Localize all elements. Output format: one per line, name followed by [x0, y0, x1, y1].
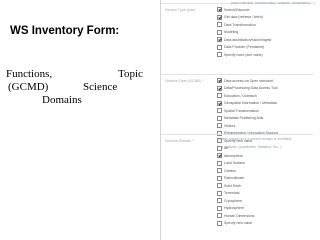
option-checkbox[interactable]: [217, 14, 222, 20]
option-label: Data assimilation/fusion/ingest: [224, 37, 272, 42]
option-checkbox[interactable]: [217, 29, 222, 35]
option-checkbox[interactable]: [217, 190, 222, 196]
field-divider: [161, 134, 313, 135]
option-checkbox[interactable]: [217, 52, 222, 57]
slide-title: WS Inventory Form:: [10, 25, 120, 37]
field-label: Science Domain *: [165, 139, 194, 143]
option-label: Oceans: [224, 168, 237, 173]
option-checkbox[interactable]: [217, 198, 222, 203]
option-checkbox[interactable]: [217, 22, 222, 27]
option-label: Hydrosphere: [224, 206, 245, 210]
option-row[interactable]: Spatial Transformation: [217, 107, 259, 114]
option-row[interactable]: Specify new value: [217, 220, 252, 227]
option-label: Geospatial Information / Metadata: [224, 101, 277, 105]
field-divider: [161, 74, 313, 75]
option-checkbox[interactable]: [217, 115, 222, 121]
option-row[interactable]: Geospatial Information / Metadata: [217, 100, 277, 107]
option-row[interactable]: Modeling: [217, 29, 238, 36]
option-row[interactable]: Air: [217, 145, 228, 152]
option-row[interactable]: Hydrosphere: [217, 205, 244, 212]
option-label: Paleoclimate: [224, 176, 245, 180]
option-label: Spatial Transformation: [224, 108, 260, 113]
option-checkbox[interactable]: [217, 145, 222, 151]
option-label: Human Dimensions: [224, 213, 255, 218]
subtitle-word: Science: [83, 81, 118, 93]
option-checkbox[interactable]: [217, 220, 222, 226]
option-label: Specify more (see value): [224, 52, 263, 57]
option-row[interactable]: Data Provider (Persistent): [217, 44, 264, 51]
option-label: Atmosphere: [224, 153, 243, 158]
inventory-form-screenshot: Service Type (Use) Search/Discover Get dat…: [160, 0, 316, 240]
option-label: Data Transformation: [224, 22, 256, 27]
option-label: Data Provider (Persistent): [224, 45, 265, 49]
option-row[interactable]: Oceans: [217, 167, 236, 174]
option-row[interactable]: Data Transformation: [217, 21, 256, 28]
option-checkbox[interactable]: [217, 85, 222, 91]
field-hint: (please contact us if a science domain i…: [217, 137, 292, 141]
option-checkbox[interactable]: [217, 175, 222, 181]
option-checkbox[interactable]: [217, 123, 222, 128]
option-label: Cryosphere: [224, 198, 243, 203]
option-checkbox[interactable]: [217, 93, 222, 98]
option-row[interactable]: Enhancement / Innovation Support: [217, 130, 278, 137]
option-row[interactable]: Cryosphere: [217, 197, 242, 204]
option-row[interactable]: Solid Earth: [217, 182, 241, 189]
option-label: Visitors: [224, 123, 236, 128]
option-label: Get data (retrieve / fetch): [224, 15, 263, 19]
option-checkbox[interactable]: [217, 168, 222, 173]
option-label: Air: [224, 146, 229, 150]
option-checkbox[interactable]: [217, 108, 222, 113]
slide-subtitle: Functions, Topic (GCMD) Science Domains: [6, 68, 152, 107]
option-row[interactable]: Visitors: [217, 122, 235, 129]
option-checkbox[interactable]: [217, 183, 222, 188]
option-label: Specify new value: [224, 221, 253, 225]
option-row[interactable]: Paleoclimate: [217, 175, 244, 182]
option-checkbox[interactable]: [217, 160, 222, 166]
option-row[interactable]: Search/Discover: [217, 6, 250, 13]
option-row[interactable]: Human Dimensions: [217, 212, 255, 219]
option-label: Terrestrial: [224, 191, 240, 195]
option-checkbox[interactable]: [217, 205, 222, 211]
option-label: Solid Earth: [224, 183, 242, 188]
option-row[interactable]: Get data (retrieve / fetch): [217, 14, 263, 21]
subtitle-word: Functions,: [6, 68, 53, 80]
option-label: Metadata Publishing Aids: [224, 116, 264, 120]
option-label: Data/Processing Data Access Tool: [224, 86, 278, 90]
option-checkbox[interactable]: [217, 37, 222, 42]
option-checkbox[interactable]: [217, 153, 222, 158]
option-row[interactable]: Land Surface: [217, 160, 245, 167]
field-label: Service Type (Use): [165, 8, 196, 12]
option-row[interactable]: Atmosphere: [217, 152, 243, 159]
option-row[interactable]: Specify more (see value): [217, 51, 263, 58]
subtitle-word: (GCMD): [8, 81, 49, 93]
option-label: Search/Discover: [224, 7, 250, 12]
option-row[interactable]: Education / Outreach: [217, 92, 257, 99]
option-checkbox[interactable]: [217, 7, 222, 12]
subtitle-word: Topic: [118, 68, 143, 80]
option-row[interactable]: Data/Processing Data Access Tool: [217, 85, 277, 92]
option-checkbox[interactable]: [217, 213, 222, 218]
field-label: Science Topic (GCMD) *: [165, 79, 204, 83]
option-row[interactable]: Metadata Publishing Aids: [217, 115, 263, 122]
option-row[interactable]: Data access via Open standard: [217, 77, 273, 84]
option-row[interactable]: Terrestrial: [217, 190, 239, 197]
subtitle-word: Domains: [42, 94, 82, 106]
option-label: Land Surface: [224, 161, 245, 165]
field-hint: (data collection, transformation, analys…: [231, 1, 316, 5]
option-checkbox[interactable]: [217, 44, 222, 50]
option-checkbox[interactable]: [217, 100, 222, 106]
option-label: Modeling: [224, 30, 239, 34]
option-label: Education / Outreach: [224, 93, 257, 98]
option-checkbox[interactable]: [217, 78, 222, 83]
option-row[interactable]: Data assimilation/fusion/ingest: [217, 36, 271, 43]
option-label: Data access via Open standard: [224, 78, 273, 83]
